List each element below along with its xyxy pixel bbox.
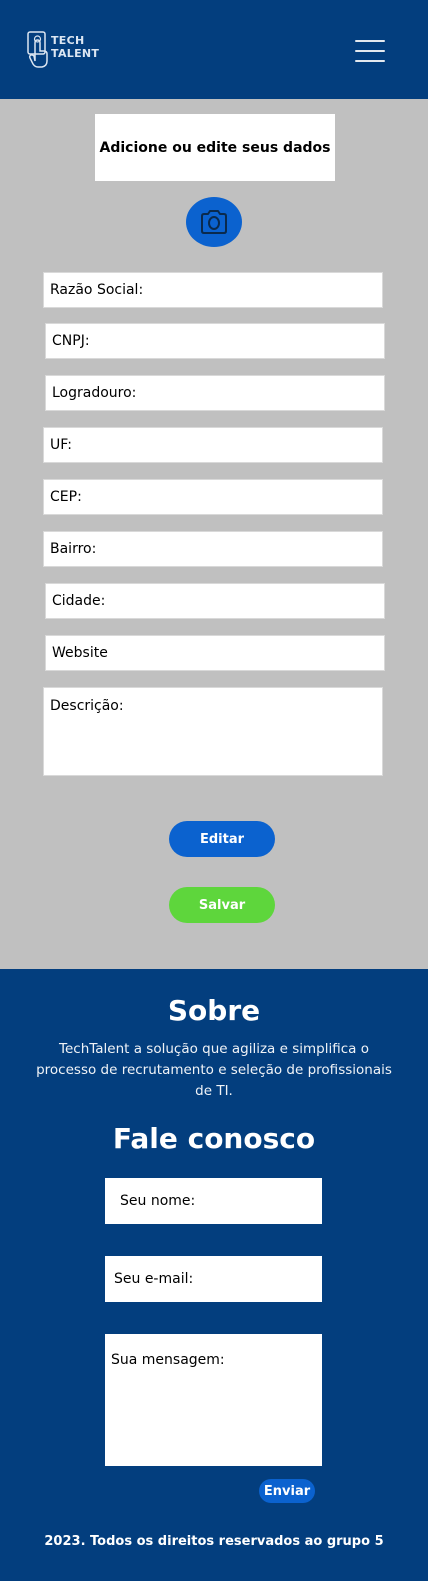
hand-touch-icon [27, 31, 48, 68]
logo-line-1: TECH [51, 34, 85, 47]
send-button[interactable]: Enviar [259, 1479, 315, 1503]
razao-social-field[interactable]: Razão Social: [43, 272, 383, 308]
cnpj-label: CNPJ: [52, 333, 90, 349]
contact-name-placeholder: Seu nome: [120, 1193, 196, 1209]
logo[interactable]: TECH TALENT [27, 31, 107, 69]
menu-line-middle [355, 50, 385, 52]
contact-email-placeholder: Seu e-mail: [114, 1271, 194, 1287]
uf-field[interactable]: UF: [43, 427, 383, 463]
contact-title: Fale conosco [112, 1122, 316, 1155]
hamburger-menu-button[interactable] [355, 38, 385, 64]
cidade-field[interactable]: Cidade: [45, 583, 385, 619]
cep-field[interactable]: CEP: [43, 479, 383, 515]
about-text: TechTalent a solução que agiliza e simpl… [36, 1041, 392, 1099]
razao-social-label: Razão Social: [50, 282, 144, 298]
uf-label: UF: [50, 437, 72, 453]
descricao-label: Descrição: [50, 698, 124, 714]
save-button[interactable]: Salvar [169, 887, 275, 923]
bairro-label: Bairro: [50, 541, 97, 557]
contact-message-input[interactable]: Sua mensagem: [105, 1334, 322, 1466]
descricao-field[interactable]: Descrição: [43, 687, 383, 776]
cep-label: CEP: [50, 489, 82, 505]
profile-section: Adicione ou edite seus dados Razão Socia… [0, 99, 428, 969]
cnpj-field[interactable]: CNPJ: [45, 323, 385, 359]
page-title-card: Adicione ou edite seus dados [95, 114, 335, 181]
site-header: TECH TALENT [0, 0, 428, 99]
site-footer: Sobre TechTalent a solução que agiliza e… [0, 969, 428, 1581]
logradouro-label: Logradouro: [52, 385, 137, 401]
contact-email-input[interactable]: Seu e-mail: [105, 1256, 322, 1302]
logradouro-field[interactable]: Logradouro: [45, 375, 385, 411]
menu-line-top [355, 40, 385, 42]
website-label: Website [52, 645, 108, 661]
page-title: Adicione ou edite seus dados [99, 139, 331, 156]
copyright-text: 2023. Todos os direitos reservados ao gr… [44, 1534, 384, 1549]
upload-photo-button[interactable] [186, 197, 242, 247]
website-field[interactable]: Website [45, 635, 385, 671]
contact-name-input[interactable]: Seu nome: [105, 1178, 322, 1224]
camera-icon [201, 210, 227, 234]
logo-text: TECH TALENT [51, 34, 99, 60]
about-title: Sobre [167, 994, 261, 1027]
cidade-label: Cidade: [52, 593, 106, 609]
contact-message-placeholder: Sua mensagem: [111, 1352, 225, 1368]
bairro-field[interactable]: Bairro: [43, 531, 383, 567]
logo-line-2: TALENT [51, 47, 100, 60]
menu-line-bottom [355, 60, 385, 62]
edit-button[interactable]: Editar [169, 821, 275, 857]
